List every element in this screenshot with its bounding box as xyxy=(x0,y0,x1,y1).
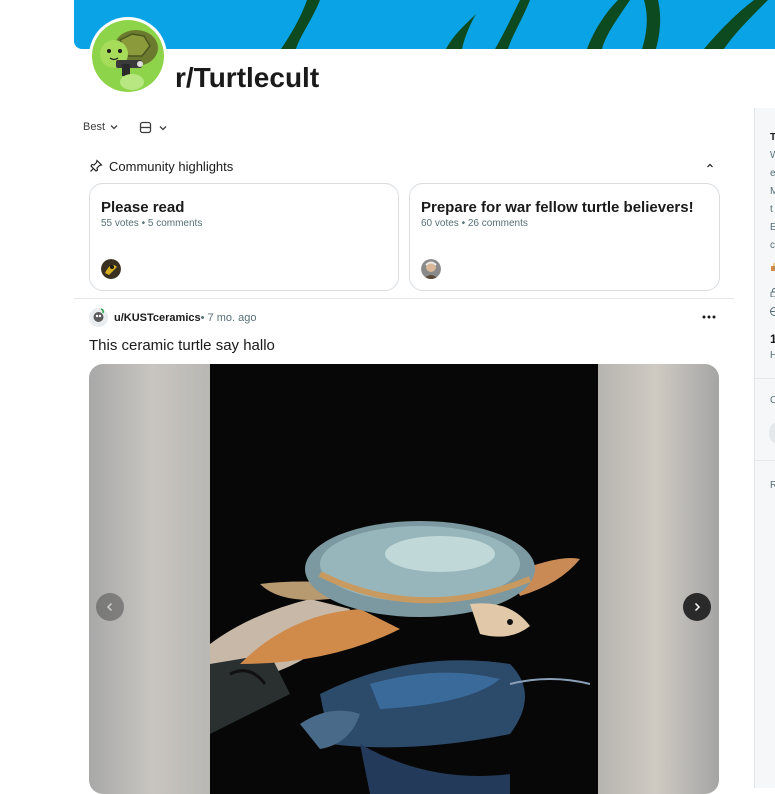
sidebar-desc: E xyxy=(770,222,775,233)
carousel-next-button[interactable] xyxy=(683,593,711,621)
cake-icon xyxy=(770,263,775,274)
lock-icon xyxy=(770,288,775,300)
view-dropdown[interactable] xyxy=(139,121,168,134)
chevron-down-icon xyxy=(158,123,168,133)
sidebar-desc: t xyxy=(770,204,773,215)
chevron-right-icon xyxy=(691,601,703,613)
highlight-title: Prepare for war fellow turtle believers! xyxy=(421,199,694,216)
post-title[interactable]: This ceramic turtle say hallo xyxy=(89,337,275,354)
chevron-up-icon[interactable] xyxy=(705,161,715,171)
pin-icon xyxy=(89,159,103,173)
community-avatar[interactable] xyxy=(89,17,167,95)
post-image xyxy=(210,364,598,794)
sidebar-title: T xyxy=(770,132,775,143)
seaweed-art xyxy=(74,0,775,49)
feed-divider xyxy=(74,298,734,299)
highlight-meta: 55 votes • 5 comments xyxy=(101,218,202,229)
community-sidebar: T W e M t E c 1 H C R xyxy=(754,108,775,788)
sidebar-desc: c xyxy=(770,240,775,251)
sidebar-divider xyxy=(755,460,775,461)
post-header: u/KUSTceramics • 7 mo. ago xyxy=(89,308,256,327)
highlights-label: Community highlights xyxy=(109,159,233,174)
avatar[interactable] xyxy=(89,308,108,327)
post-time: • 7 mo. ago xyxy=(201,312,257,324)
avatar xyxy=(101,259,121,279)
post-author[interactable]: u/KUSTceramics xyxy=(114,312,201,324)
chevron-down-icon xyxy=(109,122,119,132)
sidebar-section-label: C xyxy=(770,395,775,406)
highlight-title: Please read xyxy=(101,199,184,216)
sidebar-desc: M xyxy=(770,186,775,197)
highlight-card-please-read[interactable]: Please read 55 votes • 5 comments xyxy=(89,183,399,291)
subreddit-name: r/Turtlecult xyxy=(175,62,319,94)
member-label: H xyxy=(770,350,775,361)
view-card-icon xyxy=(139,121,152,134)
highlight-meta: 60 votes • 26 comments xyxy=(421,218,528,229)
more-options-icon[interactable] xyxy=(702,310,716,320)
community-banner xyxy=(74,0,775,49)
sidebar-desc: e xyxy=(770,168,775,179)
chevron-left-icon xyxy=(104,601,116,613)
sort-label: Best xyxy=(83,121,105,133)
sidebar-chip[interactable] xyxy=(769,422,775,444)
highlight-card-prepare-for-war[interactable]: Prepare for war fellow turtle believers!… xyxy=(409,183,720,291)
turtle-gun-icon xyxy=(92,20,164,92)
sort-dropdown[interactable]: Best xyxy=(83,121,119,133)
community-highlights-header: Community highlights xyxy=(89,157,719,175)
sidebar-desc: W xyxy=(770,150,775,161)
post-media-carousel[interactable] xyxy=(89,364,719,794)
avatar xyxy=(421,259,441,279)
carousel-prev-button[interactable] xyxy=(96,593,124,621)
sidebar-section-label: R xyxy=(770,480,775,491)
sidebar-divider xyxy=(755,378,775,379)
globe-icon xyxy=(770,307,775,319)
member-count: 1 xyxy=(770,332,775,346)
